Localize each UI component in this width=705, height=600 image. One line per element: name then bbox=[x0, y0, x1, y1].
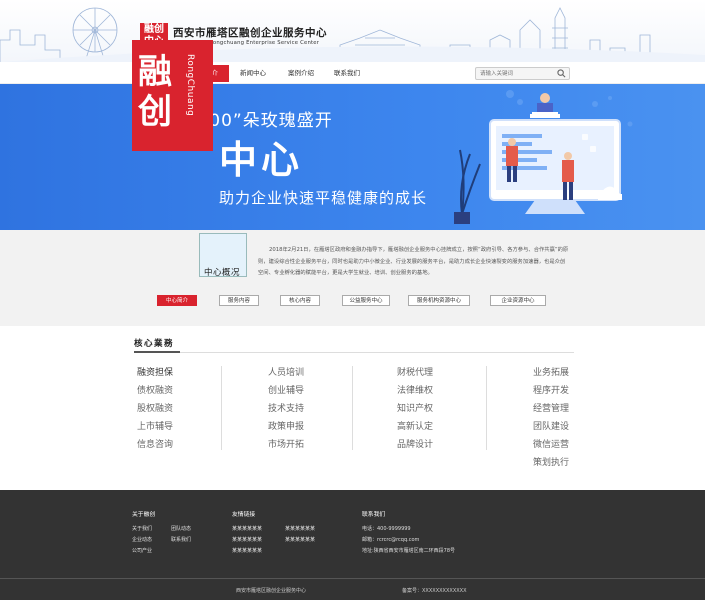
site-name: 西安市雁塔区融创企业服务中心 bbox=[173, 27, 327, 39]
office-illustration bbox=[454, 90, 633, 224]
business-column-4: 业务拓展 程序开发 经营管理 团队建设 微信运营 策划执行 bbox=[533, 364, 569, 472]
business-item[interactable]: 创业辅导 bbox=[268, 382, 304, 400]
intro-thumbnail: 中心概况 bbox=[199, 233, 247, 278]
footer-link-team-news[interactable]: 团队动态 bbox=[171, 525, 191, 532]
tab-services[interactable]: 服务内容 bbox=[219, 295, 259, 306]
footer-contact-title: 联系我们 bbox=[362, 512, 386, 518]
business-item[interactable]: 程序开发 bbox=[533, 382, 569, 400]
footer-address: 地址:陕西省西安市雁塔区南二环西段78号 bbox=[362, 548, 456, 554]
footer-copyright: 西安市雁塔区融创企业服务中心 bbox=[236, 588, 307, 594]
nav-item-news[interactable]: 新闻中心 bbox=[234, 65, 272, 82]
business-item[interactable]: 债权融资 bbox=[137, 382, 173, 400]
footer-friend-link[interactable]: 某某某某某某 bbox=[232, 536, 262, 543]
business-item[interactable]: 上市辅导 bbox=[137, 418, 173, 436]
business-item[interactable]: 政策申报 bbox=[268, 418, 304, 436]
column-divider bbox=[486, 366, 487, 450]
core-title-underline bbox=[134, 351, 180, 353]
business-column-2: 人员培训 创业辅导 技术支持 政策申报 市场开拓 bbox=[268, 364, 304, 454]
footer-link-industry[interactable]: 公司产业 bbox=[132, 547, 152, 554]
business-column-1: 融资担保 债权融资 股权融资 上市辅导 信息咨询 bbox=[137, 364, 173, 454]
footer-friend-link[interactable]: 某某某某某某 bbox=[285, 536, 315, 543]
business-column-3: 财税代理 法律维权 知识产权 高新认定 品牌设计 bbox=[397, 364, 433, 454]
footer-email[interactable]: 邮箱：rcrcrc@rcqq.com bbox=[362, 536, 419, 543]
banner-headline: 中心 bbox=[219, 138, 304, 182]
intro-paragraph: 2018年2月21日，在雁塔区政府和金融办指导下，雁塔融创企业服务中心挂牌成立，… bbox=[258, 247, 569, 276]
business-item[interactable]: 高新认定 bbox=[397, 418, 433, 436]
footer-divider bbox=[0, 578, 705, 579]
footer-friends-title: 友情链接 bbox=[232, 512, 256, 518]
column-divider bbox=[221, 366, 222, 450]
business-item[interactable]: 业务拓展 bbox=[533, 364, 569, 382]
logo-line-1: 融创 bbox=[144, 24, 164, 35]
business-item[interactable]: 经营管理 bbox=[533, 400, 569, 418]
site-footer: 关于融创 关于我们 团队动态 企业动态 联系我们 公司产业 友情链接 某某某某某… bbox=[0, 490, 705, 600]
main-navigation: 首页 中心简介 新闻中心 案例介绍 联系我们 bbox=[0, 62, 705, 84]
business-item[interactable]: 信息咨询 bbox=[137, 436, 173, 454]
footer-friend-link[interactable]: 某某某某某某 bbox=[232, 547, 262, 554]
search-icon[interactable] bbox=[557, 69, 566, 80]
business-item[interactable]: 技术支持 bbox=[268, 400, 304, 418]
business-item[interactable]: 人员培训 bbox=[268, 364, 304, 382]
core-business-title: 核心業務 bbox=[134, 339, 175, 349]
core-title-divider bbox=[134, 352, 574, 353]
footer-link-company-news[interactable]: 企业动态 bbox=[132, 536, 152, 543]
banner-brand-char-2: 创 bbox=[138, 92, 172, 132]
business-item[interactable]: 团队建设 bbox=[533, 418, 569, 436]
tab-enterprise-resources[interactable]: 企业资源中心 bbox=[490, 295, 546, 306]
footer-link-contact-us[interactable]: 联系我们 bbox=[171, 536, 191, 543]
business-item[interactable]: 微信运营 bbox=[533, 436, 569, 454]
banner-brand-char-1: 融 bbox=[138, 52, 172, 92]
site-header: 融创 中心 西安市雁塔区融创企业服务中心 Xi 'an Yanta Rongch… bbox=[0, 0, 705, 62]
intro-tabs: 中心简介 服务内容 核心内容 公益服务中心 服务机构资源中心 企业资源中心 bbox=[0, 295, 705, 307]
hero-banner: 愿“10000”朵玫瑰盛开 中心 助力企业快速平稳健康的成长 bbox=[0, 84, 705, 230]
tab-service-agency[interactable]: 服务机构资源中心 bbox=[408, 295, 470, 306]
tab-center-intro[interactable]: 中心简介 bbox=[157, 295, 197, 306]
search-input[interactable] bbox=[476, 68, 556, 80]
tab-public-service[interactable]: 公益服务中心 bbox=[342, 295, 390, 306]
business-item[interactable]: 法律维权 bbox=[397, 382, 433, 400]
intro-thumbnail-label: 中心概况 bbox=[204, 268, 241, 278]
tab-core-content[interactable]: 核心内容 bbox=[280, 295, 320, 306]
center-intro-section: 中心概况 2018年2月21日，在雁塔区政府和金融办指导下，雁塔融创企业服务中心… bbox=[0, 230, 705, 326]
footer-link-about-us[interactable]: 关于我们 bbox=[132, 525, 152, 532]
business-item[interactable]: 品牌设计 bbox=[397, 436, 433, 454]
business-item[interactable]: 财税代理 bbox=[397, 364, 433, 382]
business-item[interactable]: 知识产权 bbox=[397, 400, 433, 418]
nav-item-contact[interactable]: 联系我们 bbox=[328, 65, 366, 82]
footer-phone: 电话：400-9999999 bbox=[362, 526, 411, 532]
footer-friend-link[interactable]: 某某某某某某 bbox=[232, 525, 262, 532]
footer-friend-link[interactable]: 某某某某某某 bbox=[285, 525, 315, 532]
business-item[interactable]: 市场开拓 bbox=[268, 436, 304, 454]
banner-subtitle: 助力企业快速平稳健康的成长 bbox=[219, 189, 428, 207]
footer-about-title: 关于融创 bbox=[132, 512, 156, 518]
business-item[interactable]: 策划执行 bbox=[533, 454, 569, 472]
column-divider bbox=[352, 366, 353, 450]
banner-brand-vertical: RongChuang bbox=[185, 54, 195, 117]
business-item[interactable]: 融资担保 bbox=[137, 364, 173, 382]
banner-brand-block: 融 创 RongChuang bbox=[132, 40, 213, 151]
business-item[interactable]: 股权融资 bbox=[137, 400, 173, 418]
nav-item-cases[interactable]: 案例介绍 bbox=[282, 65, 320, 82]
city-skyline-illustration bbox=[0, 7, 705, 62]
footer-icp: 备案号：XXXXXXXXXXXXX bbox=[402, 588, 467, 594]
search-box bbox=[475, 67, 570, 80]
